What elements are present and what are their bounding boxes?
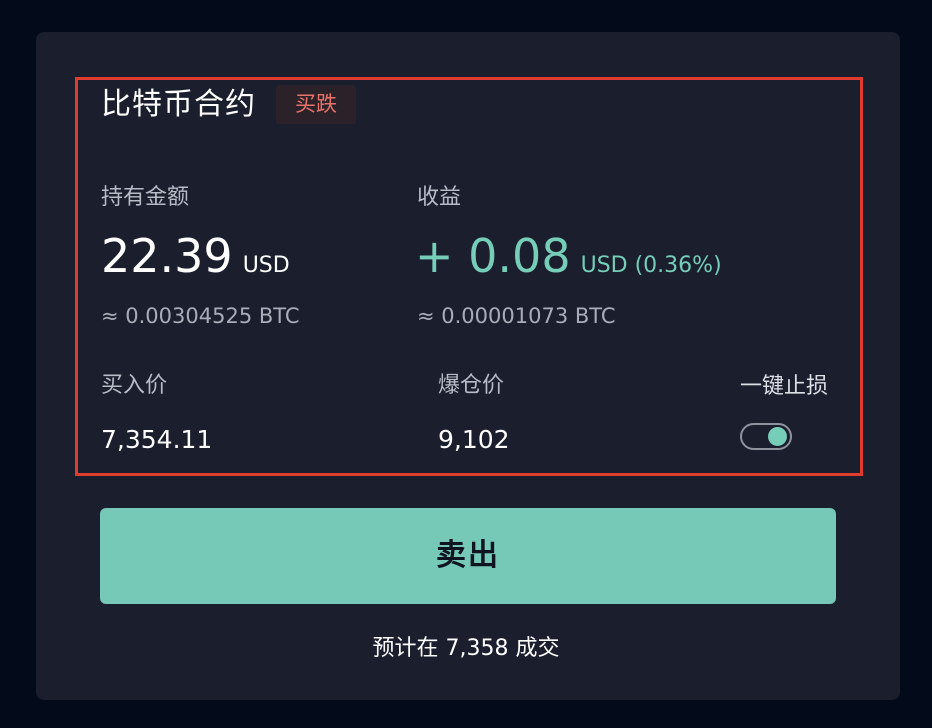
liquidation-price-label: 爆仓价 xyxy=(438,373,505,398)
contract-title: 比特币合约 xyxy=(101,87,256,122)
profit-unit: USD (0.36%) xyxy=(580,253,722,278)
sell-button[interactable]: 卖出 xyxy=(100,508,836,604)
profit-amount-row: + 0.08 USD (0.36%) xyxy=(415,228,722,294)
holding-amount: 22.39 xyxy=(101,229,233,283)
liquidation-price-value: 9,102 xyxy=(438,425,510,454)
estimate-note: 预计在 7,358 成交 xyxy=(372,636,560,661)
profit-btc-equiv: ≈ 0.00001073 BTC xyxy=(417,304,616,328)
holding-label: 持有金额 xyxy=(101,185,190,210)
holding-unit: USD xyxy=(242,253,290,278)
stop-loss-label: 一键止损 xyxy=(740,374,829,399)
holding-btc-equiv: ≈ 0.00304525 BTC xyxy=(101,304,300,328)
profit-amount: + 0.08 xyxy=(415,229,571,283)
holding-amount-row: 22.39 USD xyxy=(101,228,290,294)
profit-label: 收益 xyxy=(417,185,462,210)
buy-price-value: 7,354.11 xyxy=(101,425,213,454)
direction-tag: 买跌 xyxy=(276,85,356,124)
toggle-knob xyxy=(768,427,787,446)
stop-loss-toggle[interactable] xyxy=(740,423,792,450)
buy-price-label: 买入价 xyxy=(101,373,168,398)
